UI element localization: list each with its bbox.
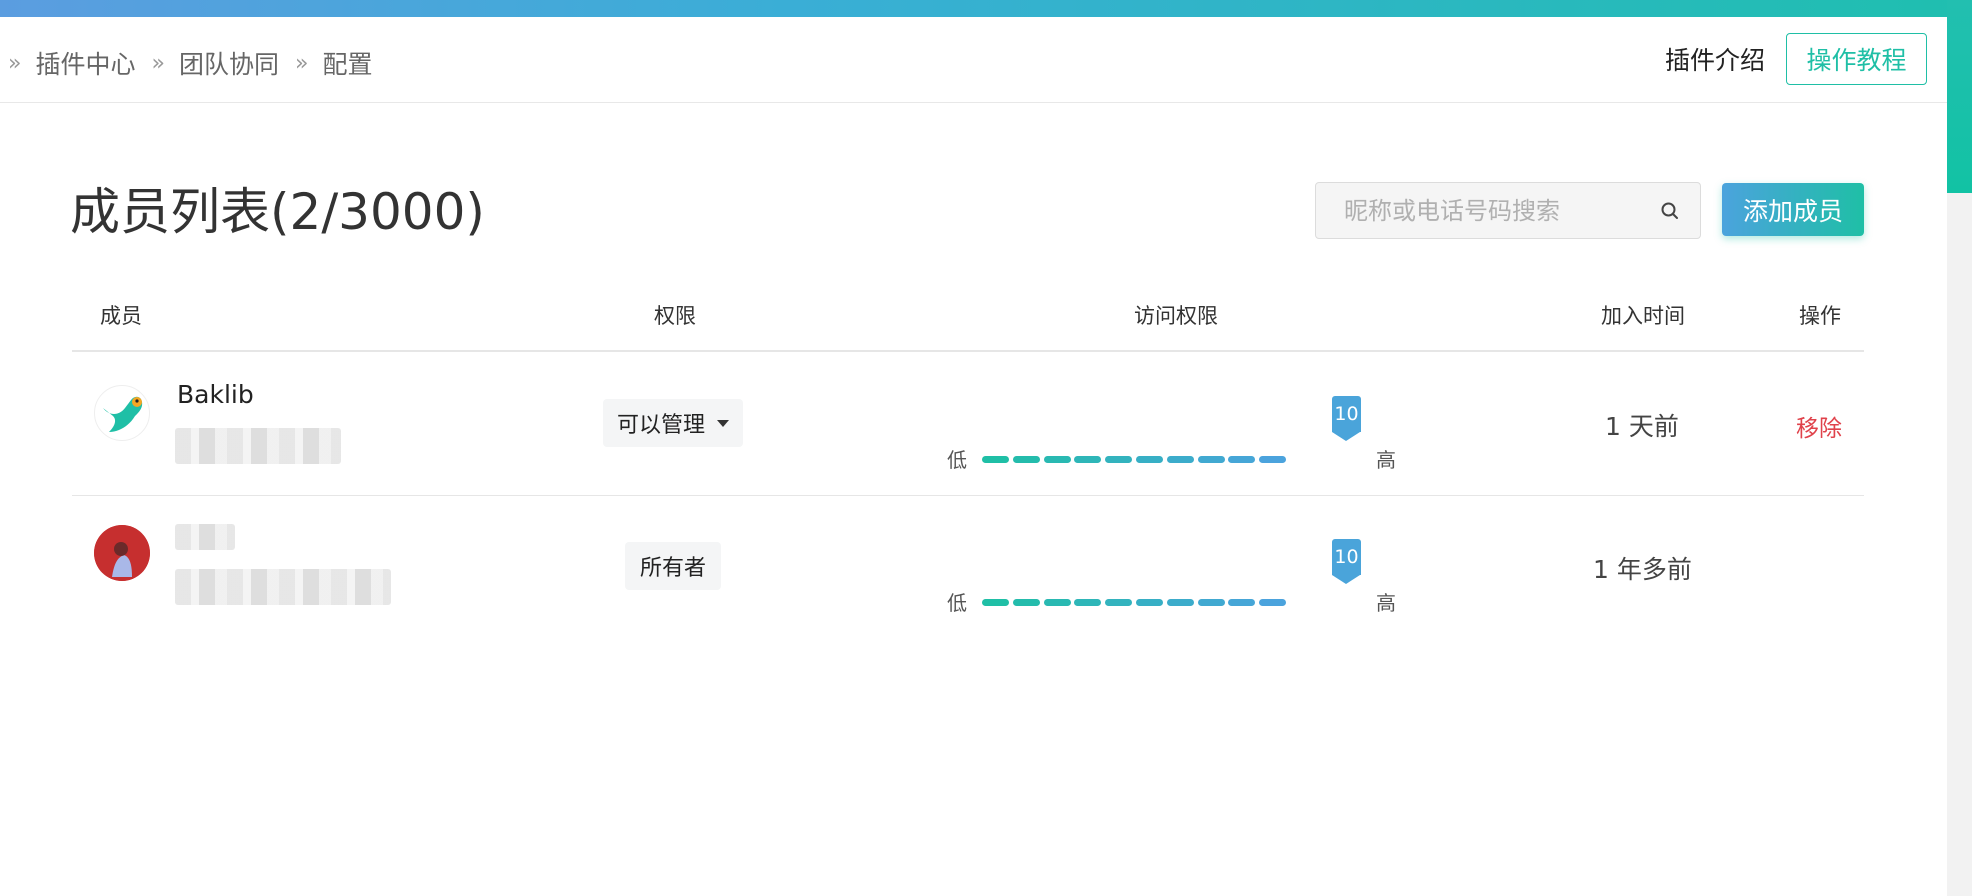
- access-level-segment: [1228, 599, 1256, 606]
- column-header-member: 成员: [100, 304, 142, 328]
- access-level-segment: [1012, 599, 1040, 606]
- user-photo-avatar: [94, 525, 150, 581]
- redacted-contact: [175, 428, 341, 464]
- access-level-segment: [1228, 456, 1256, 463]
- add-member-button[interactable]: 添加成员: [1722, 183, 1864, 236]
- page-header: » 插件中心 » 团队协同 » 配置 插件介绍 操作教程: [0, 17, 1947, 103]
- member-name: Baklib: [177, 380, 254, 409]
- access-level-segment: [1074, 599, 1102, 606]
- table-row: Baklib 可以管理 低 10 高 1 天前 移除: [72, 354, 1864, 496]
- access-level-segment: [1197, 456, 1225, 463]
- access-level-segment: [1074, 456, 1102, 463]
- permission-value: 所有者: [639, 556, 706, 581]
- remove-member-link[interactable]: 移除: [1796, 409, 1842, 443]
- access-level-segment: [1166, 599, 1194, 606]
- redacted-contact: [175, 569, 391, 605]
- column-header-access: 访问权限: [1134, 304, 1218, 328]
- access-low-label: 低: [947, 591, 967, 615]
- table-row: 所有者 低 10 高 1 年多前: [72, 497, 1864, 639]
- access-level-segment: [1136, 456, 1163, 463]
- access-level-handle: 10: [1332, 539, 1361, 575]
- access-level-segment: [1259, 456, 1287, 463]
- joined-time: 1 天前: [1605, 412, 1679, 441]
- access-level-segment: [982, 456, 1009, 463]
- redacted-name: [175, 524, 235, 550]
- access-level-handle[interactable]: 10: [1332, 396, 1361, 432]
- breadcrumb-item-team[interactable]: 团队协同: [179, 45, 279, 81]
- access-level-segment: [982, 599, 1009, 606]
- column-header-joined: 加入时间: [1601, 304, 1685, 328]
- access-high-label: 高: [1376, 591, 1396, 615]
- access-level-segment: [1136, 599, 1163, 606]
- permission-dropdown[interactable]: 可以管理: [603, 399, 743, 447]
- access-level-segment: [1259, 599, 1287, 606]
- access-level-segment: [1012, 456, 1040, 463]
- permission-value: 可以管理: [616, 413, 705, 438]
- permission-owner-badge: 所有者: [625, 542, 721, 590]
- access-level-slider[interactable]: 低 10 高: [947, 396, 1427, 476]
- breadcrumb-item-plugin-center[interactable]: 插件中心: [35, 45, 135, 81]
- breadcrumb-item-config: 配置: [322, 50, 373, 79]
- table-header: 成员 权限 访问权限 加入时间 操作: [72, 290, 1864, 352]
- breadcrumb-separator: »: [151, 50, 165, 76]
- right-accent-tab[interactable]: [1947, 0, 1972, 193]
- search-input[interactable]: [1316, 196, 1636, 225]
- page-title: 成员列表(2/3000): [70, 183, 485, 241]
- access-level-segment: [1197, 599, 1225, 606]
- column-header-permission: 权限: [654, 304, 696, 328]
- access-level-slider: 低 10 高: [947, 539, 1427, 619]
- access-low-label: 低: [947, 448, 967, 472]
- search-box: [1315, 182, 1701, 239]
- parrot-logo-icon: [94, 385, 150, 441]
- tutorial-button[interactable]: 操作教程: [1786, 33, 1927, 85]
- access-level-segment: [1105, 456, 1133, 463]
- access-level-handle-pointer: [1332, 432, 1360, 441]
- access-level-segment: [1166, 456, 1194, 463]
- top-gradient-bar: [0, 0, 1972, 17]
- chevron-down-icon: [717, 419, 729, 427]
- breadcrumb-separator: »: [294, 50, 309, 76]
- breadcrumb-separator: »: [8, 50, 22, 76]
- plugin-intro-link[interactable]: 插件介绍: [1665, 41, 1765, 77]
- search-icon[interactable]: [1659, 200, 1681, 222]
- access-level-handle-pointer: [1332, 575, 1360, 584]
- access-level-segment: [1043, 456, 1071, 463]
- column-header-action: 操作: [1799, 304, 1841, 328]
- breadcrumb: » 插件中心 » 团队协同 » 配置: [8, 45, 388, 81]
- joined-time: 1 年多前: [1593, 555, 1692, 584]
- access-level-segment: [1105, 599, 1133, 606]
- access-level-segment: [1043, 599, 1071, 606]
- access-high-label: 高: [1376, 448, 1396, 472]
